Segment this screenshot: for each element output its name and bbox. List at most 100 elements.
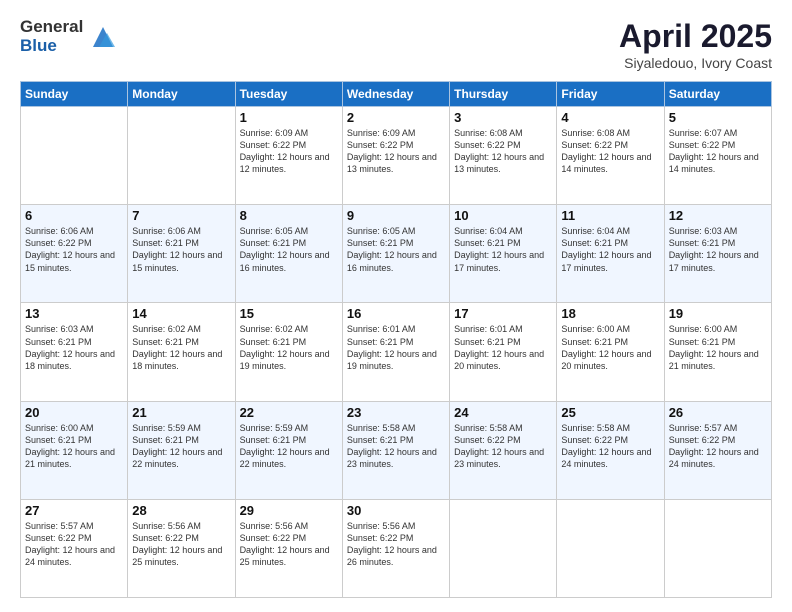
calendar-cell: 30 Sunrise: 5:56 AMSunset: 6:22 PMDayligh…: [342, 499, 449, 597]
day-number: 3: [454, 110, 552, 125]
calendar-cell: 3Sunrise: 6:08 AMSunset: 6:22 PMDaylight…: [450, 107, 557, 205]
calendar-cell: 2 Sunrise: 6:09 AMSunset: 6:22 PMDaylight…: [342, 107, 449, 205]
calendar-cell: [557, 499, 664, 597]
day-info: Sunrise: 6:05 AMSunset: 6:21 PMDaylight:…: [240, 225, 338, 274]
calendar-cell: 15Sunrise: 6:02 AMSunset: 6:21 PMDayligh…: [235, 303, 342, 401]
calendar-cell: [21, 107, 128, 205]
day-info: Sunrise: 5:59 AMSunset: 6:21 PMDaylight:…: [240, 422, 338, 471]
day-number: 18: [561, 306, 659, 321]
calendar-cell: 20 Sunrise: 6:00 AMSunset: 6:21 PMDayligh…: [21, 401, 128, 499]
day-number: 4: [561, 110, 659, 125]
calendar-week-row: 13 Sunrise: 6:03 AMSunset: 6:21 PMDayligh…: [21, 303, 772, 401]
calendar-cell: 28 Sunrise: 5:56 AMSunset: 6:22 PMDayligh…: [128, 499, 235, 597]
calendar-cell: 26 Sunrise: 5:57 AMSunset: 6:22 PMDayligh…: [664, 401, 771, 499]
day-info: Sunrise: 6:00 AMSunset: 6:21 PMDaylight:…: [561, 323, 659, 372]
day-info: Sunrise: 5:56 AMSunset: 6:22 PMDaylight:…: [132, 520, 230, 569]
day-info: Sunrise: 6:00 AMSunset: 6:21 PMDaylight:…: [25, 422, 123, 471]
calendar-day-header: Monday: [128, 82, 235, 107]
day-number: 20: [25, 405, 123, 420]
day-info: Sunrise: 5:56 AMSunset: 6:22 PMDaylight:…: [240, 520, 338, 569]
day-number: 8: [240, 208, 338, 223]
calendar-cell: 8 Sunrise: 6:05 AMSunset: 6:21 PMDaylight…: [235, 205, 342, 303]
day-info: Sunrise: 6:04 AMSunset: 6:21 PMDaylight:…: [454, 225, 552, 274]
day-info: Sunrise: 5:56 AMSunset: 6:22 PMDaylight:…: [347, 520, 445, 569]
day-info: Sunrise: 6:01 AMSunset: 6:21 PMDaylight:…: [454, 323, 552, 372]
day-info: Sunrise: 6:05 AMSunset: 6:21 PMDaylight:…: [347, 225, 445, 274]
day-info: Sunrise: 5:59 AMSunset: 6:21 PMDaylight:…: [132, 422, 230, 471]
day-info: Sunrise: 6:06 AMSunset: 6:21 PMDaylight:…: [132, 225, 230, 274]
calendar-cell: 5 Sunrise: 6:07 AMSunset: 6:22 PMDaylight…: [664, 107, 771, 205]
calendar-cell: 24 Sunrise: 5:58 AMSunset: 6:22 PMDayligh…: [450, 401, 557, 499]
calendar-cell: 19 Sunrise: 6:00 AMSunset: 6:21 PMDayligh…: [664, 303, 771, 401]
calendar-week-row: 6 Sunrise: 6:06 AMSunset: 6:22 PMDaylight…: [21, 205, 772, 303]
logo-general: General: [20, 18, 83, 37]
calendar-cell: 14 Sunrise: 6:02 AMSunset: 6:21 PMDayligh…: [128, 303, 235, 401]
logo: General Blue: [20, 18, 117, 55]
calendar-week-row: 1 Sunrise: 6:09 AMSunset: 6:22 PMDaylight…: [21, 107, 772, 205]
day-info: Sunrise: 5:58 AMSunset: 6:22 PMDaylight:…: [454, 422, 552, 471]
day-number: 24: [454, 405, 552, 420]
logo-icon: [89, 23, 117, 51]
day-number: 30: [347, 503, 445, 518]
calendar-day-header: Saturday: [664, 82, 771, 107]
calendar-cell: [128, 107, 235, 205]
logo-text: General Blue: [20, 18, 83, 55]
day-number: 22: [240, 405, 338, 420]
calendar-day-header: Tuesday: [235, 82, 342, 107]
calendar-cell: 6 Sunrise: 6:06 AMSunset: 6:22 PMDaylight…: [21, 205, 128, 303]
calendar-cell: 29 Sunrise: 5:56 AMSunset: 6:22 PMDayligh…: [235, 499, 342, 597]
day-info: Sunrise: 6:06 AMSunset: 6:22 PMDaylight:…: [25, 225, 123, 274]
title-block: April 2025 Siyaledouo, Ivory Coast: [619, 18, 772, 71]
calendar-table: SundayMondayTuesdayWednesdayThursdayFrid…: [20, 81, 772, 598]
logo-blue: Blue: [20, 37, 83, 56]
day-number: 13: [25, 306, 123, 321]
day-number: 9: [347, 208, 445, 223]
calendar-day-header: Thursday: [450, 82, 557, 107]
calendar-cell: [664, 499, 771, 597]
calendar-cell: 21 Sunrise: 5:59 AMSunset: 6:21 PMDayligh…: [128, 401, 235, 499]
calendar-week-row: 27Sunrise: 5:57 AMSunset: 6:22 PMDayligh…: [21, 499, 772, 597]
calendar-cell: 11Sunrise: 6:04 AMSunset: 6:21 PMDayligh…: [557, 205, 664, 303]
title-month: April 2025: [619, 18, 772, 55]
calendar-cell: 1 Sunrise: 6:09 AMSunset: 6:22 PMDaylight…: [235, 107, 342, 205]
day-number: 23: [347, 405, 445, 420]
day-number: 5: [669, 110, 767, 125]
day-info: Sunrise: 6:02 AMSunset: 6:21 PMDaylight:…: [240, 323, 338, 372]
day-number: 14: [132, 306, 230, 321]
day-info: Sunrise: 6:08 AMSunset: 6:22 PMDaylight:…: [561, 127, 659, 176]
day-number: 29: [240, 503, 338, 518]
calendar-cell: 7 Sunrise: 6:06 AMSunset: 6:21 PMDaylight…: [128, 205, 235, 303]
title-location: Siyaledouo, Ivory Coast: [619, 55, 772, 71]
day-number: 25: [561, 405, 659, 420]
day-number: 1: [240, 110, 338, 125]
calendar-day-header: Sunday: [21, 82, 128, 107]
day-number: 26: [669, 405, 767, 420]
day-info: Sunrise: 6:09 AMSunset: 6:22 PMDaylight:…: [347, 127, 445, 176]
calendar-day-header: Friday: [557, 82, 664, 107]
calendar-day-header: Wednesday: [342, 82, 449, 107]
day-number: 11: [561, 208, 659, 223]
day-info: Sunrise: 6:02 AMSunset: 6:21 PMDaylight:…: [132, 323, 230, 372]
day-number: 10: [454, 208, 552, 223]
calendar-cell: 10 Sunrise: 6:04 AMSunset: 6:21 PMDayligh…: [450, 205, 557, 303]
day-number: 2: [347, 110, 445, 125]
day-info: Sunrise: 5:57 AMSunset: 6:22 PMDaylight:…: [669, 422, 767, 471]
day-info: Sunrise: 6:00 AMSunset: 6:21 PMDaylight:…: [669, 323, 767, 372]
page: General Blue April 2025 Siyaledouo, Ivor…: [0, 0, 792, 612]
day-number: 16: [347, 306, 445, 321]
calendar-cell: 16 Sunrise: 6:01 AMSunset: 6:21 PMDayligh…: [342, 303, 449, 401]
day-number: 19: [669, 306, 767, 321]
day-number: 28: [132, 503, 230, 518]
day-info: Sunrise: 6:03 AMSunset: 6:21 PMDaylight:…: [669, 225, 767, 274]
day-info: Sunrise: 6:01 AMSunset: 6:21 PMDaylight:…: [347, 323, 445, 372]
day-number: 7: [132, 208, 230, 223]
day-info: Sunrise: 6:09 AMSunset: 6:22 PMDaylight:…: [240, 127, 338, 176]
day-number: 6: [25, 208, 123, 223]
day-info: Sunrise: 6:03 AMSunset: 6:21 PMDaylight:…: [25, 323, 123, 372]
calendar-cell: 18 Sunrise: 6:00 AMSunset: 6:21 PMDayligh…: [557, 303, 664, 401]
day-info: Sunrise: 6:07 AMSunset: 6:22 PMDaylight:…: [669, 127, 767, 176]
day-number: 21: [132, 405, 230, 420]
calendar-cell: 27Sunrise: 5:57 AMSunset: 6:22 PMDayligh…: [21, 499, 128, 597]
day-info: Sunrise: 5:57 AMSunset: 6:22 PMDaylight:…: [25, 520, 123, 569]
calendar-cell: 17Sunrise: 6:01 AMSunset: 6:21 PMDayligh…: [450, 303, 557, 401]
